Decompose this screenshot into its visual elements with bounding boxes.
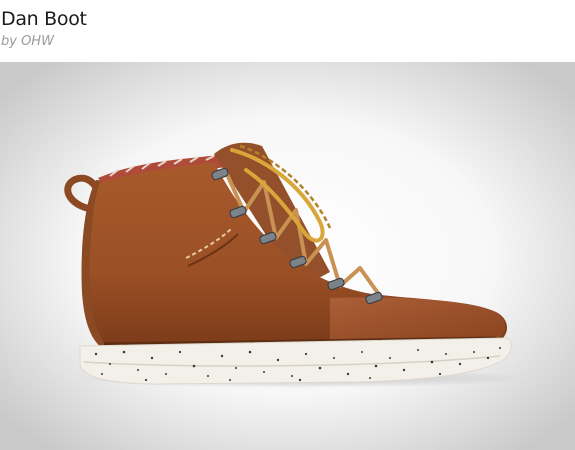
product-header: Dan Boot by OHW	[0, 0, 575, 60]
product-title[interactable]: Dan Boot	[1, 8, 87, 30]
boot-illustration	[0, 62, 575, 450]
product-byline[interactable]: by OHW	[1, 34, 54, 50]
product-image[interactable]	[0, 62, 575, 450]
